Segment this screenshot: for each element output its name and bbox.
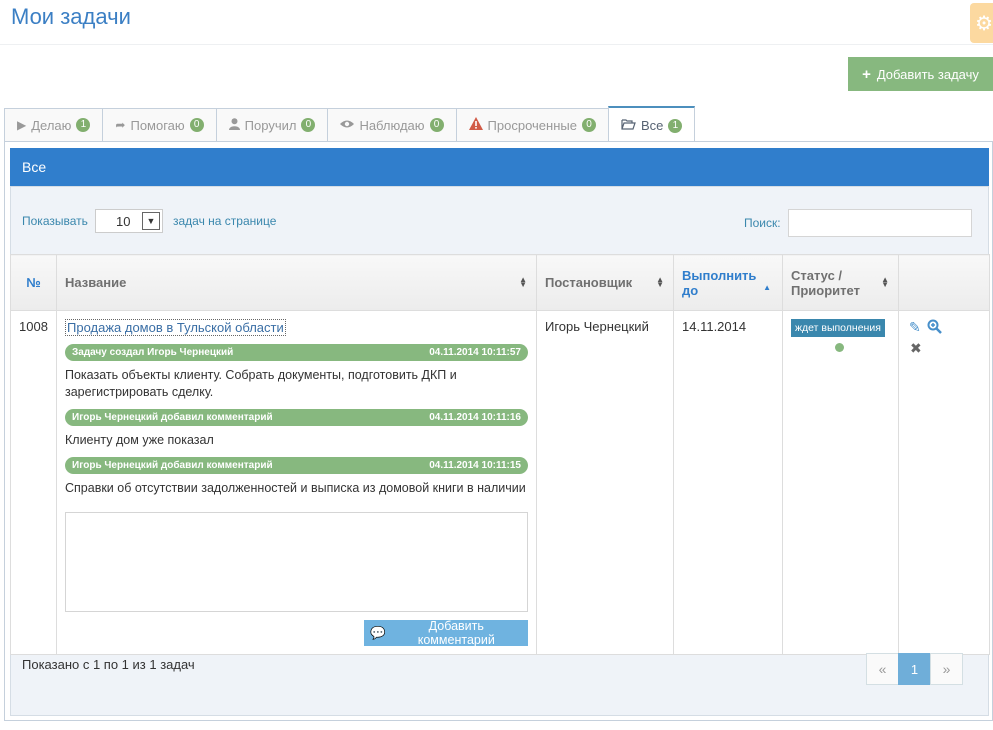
page-header: Мои задачи ⚙ <box>0 0 993 45</box>
priority-indicator <box>835 343 844 352</box>
tasks-panel: Все Показывать 10 ▼ задач на странице По… <box>4 141 993 721</box>
event-text: Клиенту дом уже показал <box>65 433 214 447</box>
tab-label: Просроченные <box>487 117 577 133</box>
task-actions-cell: ✎ ✖ <box>898 310 990 655</box>
column-header-author[interactable]: Постановщик ▲ ▼ <box>536 254 674 311</box>
event-header: Задачу создал Игорь Чернецкий 04.11.2014… <box>65 344 528 361</box>
tab-label: Поручил <box>244 117 297 133</box>
tab-count-badge: 1 <box>76 118 91 132</box>
tab-count-badge: 0 <box>301 118 316 132</box>
edit-icon[interactable]: ✎ <box>909 319 921 337</box>
pagination-page[interactable]: 1 <box>898 653 931 685</box>
search-input[interactable] <box>788 209 972 237</box>
tab-count-badge: 0 <box>189 118 204 132</box>
column-header-due[interactable]: Выполнить до ▲ <box>673 254 783 311</box>
tab-label: Делаю <box>31 117 72 133</box>
event-header: Игорь Чернецкий добавил комментарий 04.1… <box>65 457 528 474</box>
comment-textarea[interactable] <box>65 512 528 612</box>
pagination-info: Показано с 1 по 1 из 1 задач <box>22 657 195 672</box>
tab-watching[interactable]: Наблюдаю 0 <box>327 108 456 142</box>
page-title: Мои задачи <box>11 4 131 29</box>
sort-icon: ▲ ▼ <box>656 274 664 289</box>
gear-icon: ⚙ <box>975 12 993 35</box>
task-author: Игорь Чернецкий <box>536 310 674 655</box>
per-page-select[interactable]: 10 ▼ <box>95 209 163 233</box>
tab-label: Все <box>640 118 664 133</box>
sort-icon: ▲ ▼ <box>519 274 527 289</box>
event-header: Игорь Чернецкий добавил комментарий 04.1… <box>65 409 528 426</box>
table-row: 1008 Продажа домов в Тульской области За… <box>10 310 990 655</box>
per-page-label: задач на странице <box>173 214 277 228</box>
tab-assigned[interactable]: Поручил 0 <box>215 108 328 142</box>
play-icon: ▶ <box>17 118 27 132</box>
settings-button[interactable]: ⚙ <box>970 3 993 43</box>
task-status-cell: ждет выполнения <box>782 310 899 655</box>
tab-count-badge: 0 <box>429 118 444 132</box>
tab-label: Помогаю <box>130 117 185 133</box>
eye-icon <box>340 118 355 132</box>
status-badge: ждет выполнения <box>791 319 885 337</box>
sort-icon: ▲ ▼ <box>881 274 889 289</box>
task-name-cell: Продажа домов в Тульской области Задачу … <box>56 310 537 655</box>
add-task-button[interactable]: + Добавить задачу <box>848 57 993 91</box>
tab-label: Наблюдаю <box>359 117 425 133</box>
pagination-prev[interactable]: « <box>866 653 899 685</box>
pagination: « 1 » <box>866 653 963 685</box>
search-label: Поиск: <box>744 216 781 230</box>
show-label: Показывать <box>22 214 88 228</box>
panel-heading: Все <box>10 148 989 186</box>
tab-helping[interactable]: ➦ Помогаю 0 <box>102 108 216 142</box>
warning-icon <box>468 117 483 133</box>
chevron-down-icon: ▼ <box>142 212 160 230</box>
comment-icon: 💬 <box>370 625 386 640</box>
tasks-table: № Название ▲ ▼ Постановщик ▲ ▼ Выполнить д… <box>10 254 990 655</box>
tab-count-badge: 0 <box>581 118 596 132</box>
event-text: Показать объекты клиенту. Собрать докуме… <box>65 368 457 399</box>
task-due-date: 14.11.2014 <box>673 310 783 655</box>
share-icon: ➦ <box>115 118 126 132</box>
add-comment-button[interactable]: 💬 Добавить комментарий <box>364 619 528 647</box>
column-header-number[interactable]: № <box>10 254 57 311</box>
task-number: 1008 <box>10 310 57 655</box>
tab-overdue[interactable]: Просроченные 0 <box>455 108 608 142</box>
per-page-value: 10 <box>116 213 131 229</box>
pagination-next[interactable]: » <box>930 653 963 685</box>
sort-asc-icon: ▲ <box>763 283 771 292</box>
event-text: Справки об отсутствии задолженностей и в… <box>65 481 526 495</box>
tab-doing[interactable]: ▶ Делаю 1 <box>4 108 103 142</box>
task-title-link[interactable]: Продажа домов в Тульской области <box>65 319 286 336</box>
folder-open-icon <box>621 118 636 133</box>
zoom-in-icon[interactable] <box>927 319 942 337</box>
user-icon <box>228 117 240 133</box>
column-header-name[interactable]: Название ▲ ▼ <box>56 254 537 311</box>
tab-all[interactable]: Все 1 <box>607 106 696 143</box>
plus-icon: + <box>862 65 871 83</box>
tasks-table-wrapper: Показывать 10 ▼ задач на странице Поиск:… <box>10 186 990 716</box>
task-tabs: ▶ Делаю 1 ➦ Помогаю 0 Поручил 0 Наблюдаю… <box>4 106 696 143</box>
column-header-status[interactable]: Статус / Приоритет ▲ ▼ <box>782 254 899 311</box>
delete-icon[interactable]: ✖ <box>907 340 981 357</box>
add-task-label: Добавить задачу <box>876 66 979 82</box>
column-header-actions <box>898 254 990 311</box>
tab-count-badge: 1 <box>668 118 683 133</box>
